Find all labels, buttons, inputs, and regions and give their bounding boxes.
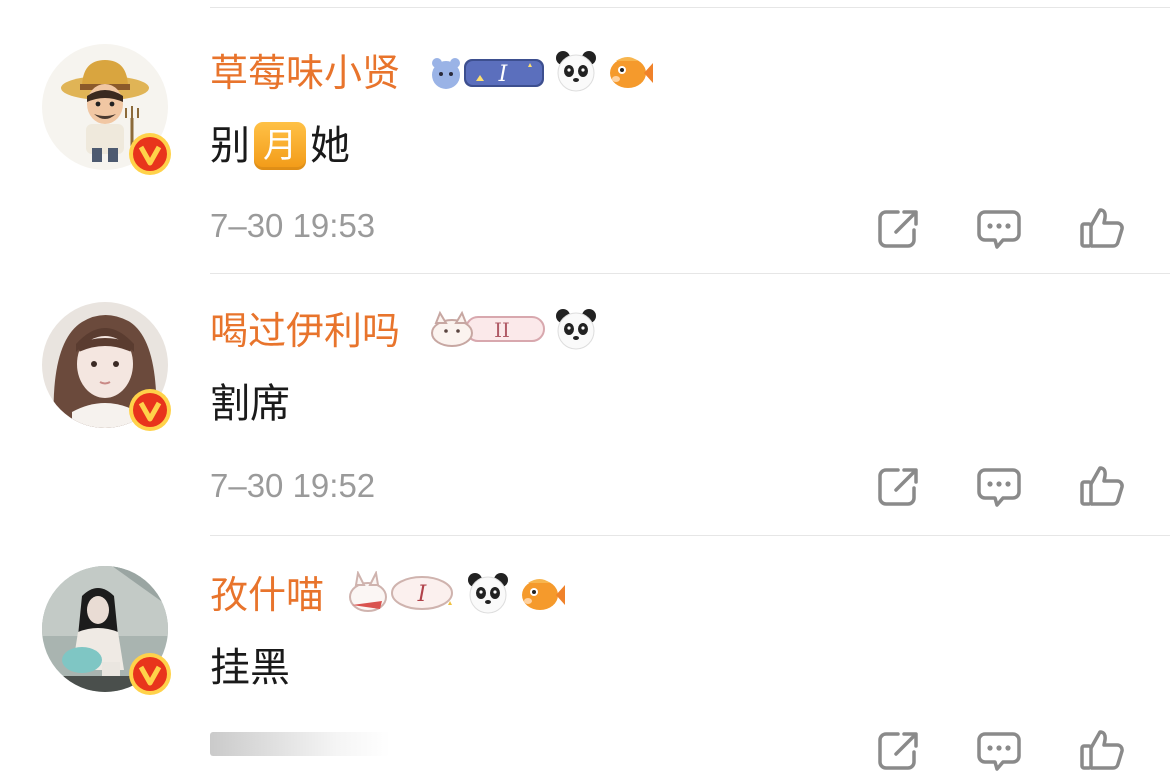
like-icon[interactable] xyxy=(1078,462,1126,510)
content-text: 她 xyxy=(310,123,350,169)
panda-icon[interactable] xyxy=(554,307,598,355)
svg-text:I: I xyxy=(498,62,509,87)
panda-icon[interactable] xyxy=(466,571,510,619)
level-cat-badge[interactable]: II xyxy=(430,309,546,353)
action-bar xyxy=(0,726,1170,774)
comment-item: 孜什喵 I 挂黑 xyxy=(0,536,1170,784)
username[interactable]: 孜什喵 xyxy=(210,570,324,620)
comment-icon[interactable] xyxy=(975,204,1023,252)
comment-item: 喝过伊利吗 II 割席 7–30 19:52 xyxy=(0,272,1170,538)
panda-icon[interactable] xyxy=(554,49,598,97)
share-icon[interactable] xyxy=(874,726,922,774)
username[interactable]: 草莓味小贤 xyxy=(210,48,400,98)
comment-content: 割席 xyxy=(210,378,290,430)
moon-emoji-icon: 月 xyxy=(254,122,306,170)
fish-icon[interactable] xyxy=(518,571,566,619)
svg-text:II: II xyxy=(494,318,510,342)
action-bar xyxy=(0,462,1170,510)
comment-icon[interactable] xyxy=(975,726,1023,774)
like-icon[interactable] xyxy=(1078,204,1126,252)
badge-row: I xyxy=(430,50,654,96)
comment-icon[interactable] xyxy=(975,462,1023,510)
svg-text:I: I xyxy=(417,582,428,607)
fish-icon[interactable] xyxy=(606,49,654,97)
level-rabbit-badge[interactable]: I xyxy=(346,569,458,619)
content-text: 割席 xyxy=(210,381,290,427)
badge-row: II xyxy=(430,308,598,354)
level-bear-badge[interactable]: I xyxy=(430,53,546,93)
content-text: 别 xyxy=(210,123,250,169)
like-icon[interactable] xyxy=(1078,726,1126,774)
share-icon[interactable] xyxy=(874,204,922,252)
verified-v-icon xyxy=(129,389,171,431)
action-bar xyxy=(0,204,1170,252)
badge-row: I xyxy=(346,569,566,619)
share-icon[interactable] xyxy=(874,462,922,510)
username[interactable]: 喝过伊利吗 xyxy=(210,306,400,356)
content-text: 挂黑 xyxy=(210,645,290,691)
verified-v-icon xyxy=(129,653,171,695)
comment-content: 别 月 她 xyxy=(210,120,350,172)
comment-item: 草莓味小贤 I 别 月 她 7–30 19:53 xyxy=(0,8,1170,274)
comment-content: 挂黑 xyxy=(210,642,290,694)
timestamp-obscured xyxy=(210,732,390,756)
verified-v-icon xyxy=(129,133,171,175)
